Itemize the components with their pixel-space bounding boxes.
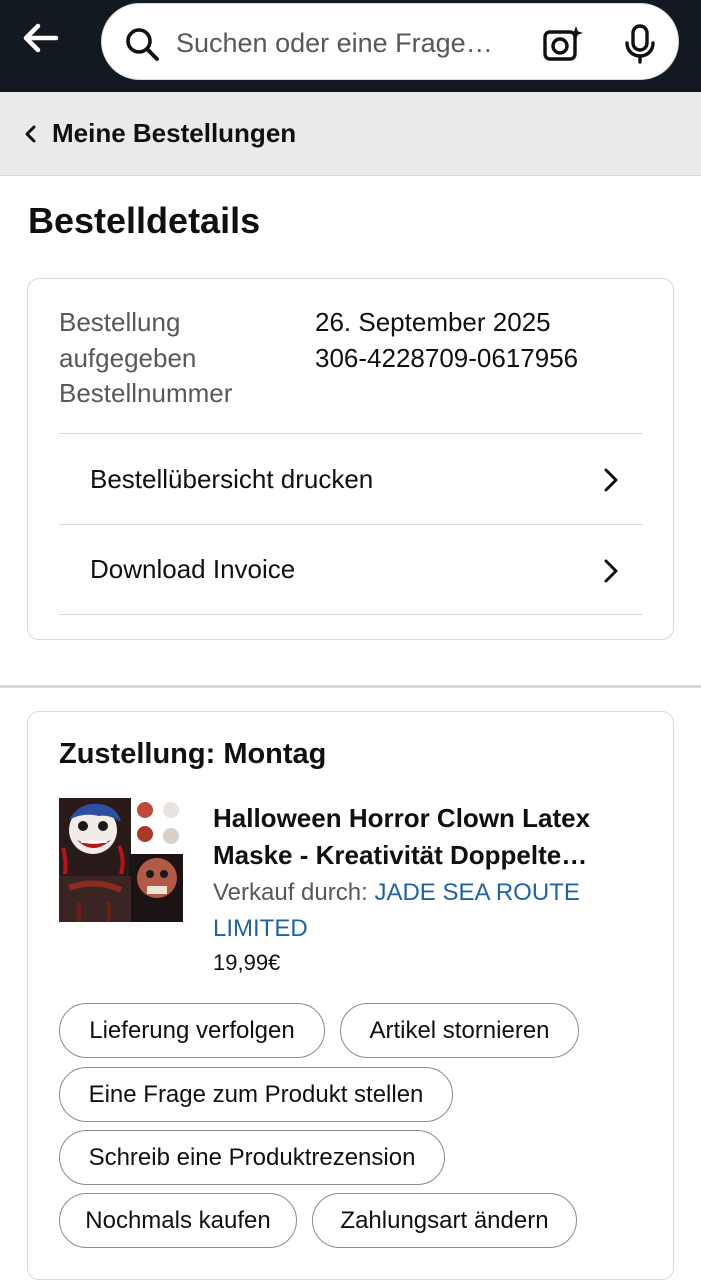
product-price: 19,99€ (213, 950, 281, 975)
microphone-icon[interactable] (622, 24, 658, 64)
cancel-item-button[interactable]: Artikel stornieren (340, 1003, 579, 1058)
breadcrumb-label: Meine Bestellungen (52, 118, 297, 148)
track-delivery-button[interactable]: Lieferung verfolgen (59, 1003, 325, 1058)
back-arrow-icon[interactable] (18, 18, 62, 62)
print-order-summary-link[interactable]: Bestellübersicht drucken (59, 433, 643, 524)
search-input[interactable] (176, 18, 526, 68)
order-number-value: 306-4228709-0617956 (315, 342, 579, 373)
download-invoice-label: Download Invoice (90, 554, 296, 584)
download-invoice-link[interactable]: Download Invoice (59, 524, 643, 615)
product-title-link[interactable]: Halloween Horror Clown Latex Maske - Kre… (213, 800, 643, 874)
chevron-right-icon (604, 468, 618, 492)
top-bar (0, 0, 701, 92)
delivery-card: Zustellung: Montag Halloween Horror Clow… (27, 711, 674, 1280)
order-placed-value: 26. September 2025 (315, 307, 551, 337)
page-title: Bestelldetails (28, 200, 261, 241)
chevron-left-icon (25, 125, 36, 142)
delivery-title: Zustellung: Montag (59, 738, 327, 770)
seller-prefix: Verkauf durch: (213, 879, 368, 906)
camera-search-icon[interactable] (542, 24, 584, 64)
seller-info: Verkauf durch: JADE SEA ROUTE LIMITED (213, 875, 633, 947)
change-payment-button[interactable]: Zahlungsart ändern (312, 1193, 577, 1248)
print-order-summary-label: Bestellübersicht drucken (90, 463, 374, 494)
order-info-values: 26. September 2025 306-4228709-0617956 (315, 305, 578, 376)
search-icon[interactable] (124, 26, 160, 62)
search-bar[interactable] (101, 3, 679, 80)
order-placed-label: Bestellung aufgegeben (59, 307, 197, 373)
breadcrumb[interactable]: Meine Bestellungen (0, 92, 701, 176)
order-number-label: Bestellnummer (59, 378, 233, 408)
chevron-right-icon (604, 559, 618, 583)
product-image-graphic (59, 798, 183, 922)
write-review-button[interactable]: Schreib eine Produktrezension (59, 1130, 445, 1185)
section-divider (0, 685, 701, 688)
buy-again-button[interactable]: Nochmals kaufen (59, 1193, 297, 1248)
order-info-card: Bestellung aufgegeben Bestellnummer 26. … (27, 278, 674, 640)
product-image[interactable] (59, 798, 183, 922)
order-info-labels: Bestellung aufgegeben Bestellnummer (59, 305, 289, 412)
ask-product-question-button[interactable]: Eine Frage zum Produkt stellen (59, 1067, 453, 1122)
